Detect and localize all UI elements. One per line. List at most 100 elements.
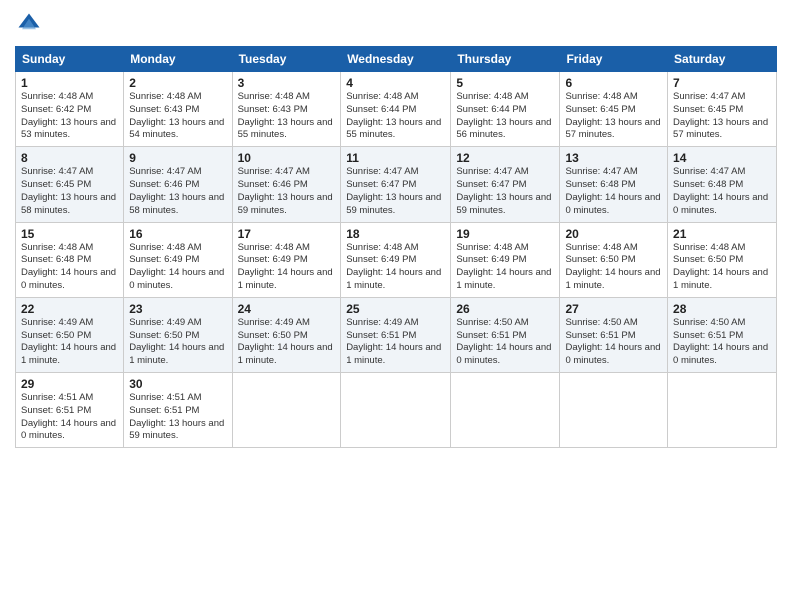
- calendar-day-cell: [668, 373, 777, 448]
- day-info: Sunrise: 4:50 AMSunset: 6:51 PMDaylight:…: [456, 317, 554, 368]
- day-info: Sunrise: 4:48 AMSunset: 6:49 PMDaylight:…: [129, 242, 226, 293]
- day-number: 5: [456, 76, 554, 90]
- day-info: Sunrise: 4:48 AMSunset: 6:50 PMDaylight:…: [565, 242, 662, 293]
- day-info: Sunrise: 4:50 AMSunset: 6:51 PMDaylight:…: [565, 317, 662, 368]
- calendar-day-cell: 29Sunrise: 4:51 AMSunset: 6:51 PMDayligh…: [16, 373, 124, 448]
- calendar-day-cell: 14Sunrise: 4:47 AMSunset: 6:48 PMDayligh…: [668, 147, 777, 222]
- day-info: Sunrise: 4:49 AMSunset: 6:50 PMDaylight:…: [238, 317, 336, 368]
- day-info: Sunrise: 4:47 AMSunset: 6:48 PMDaylight:…: [565, 166, 662, 217]
- calendar-week-row: 1Sunrise: 4:48 AMSunset: 6:42 PMDaylight…: [16, 72, 777, 147]
- calendar-day-cell: 17Sunrise: 4:48 AMSunset: 6:49 PMDayligh…: [232, 222, 341, 297]
- calendar-day-cell: 2Sunrise: 4:48 AMSunset: 6:43 PMDaylight…: [124, 72, 232, 147]
- day-info: Sunrise: 4:50 AMSunset: 6:51 PMDaylight:…: [673, 317, 771, 368]
- day-info: Sunrise: 4:47 AMSunset: 6:47 PMDaylight:…: [456, 166, 554, 217]
- calendar-week-row: 22Sunrise: 4:49 AMSunset: 6:50 PMDayligh…: [16, 297, 777, 372]
- day-info: Sunrise: 4:48 AMSunset: 6:48 PMDaylight:…: [21, 242, 118, 293]
- calendar-day-cell: 12Sunrise: 4:47 AMSunset: 6:47 PMDayligh…: [451, 147, 560, 222]
- day-number: 20: [565, 227, 662, 241]
- day-number: 6: [565, 76, 662, 90]
- calendar-day-cell: 22Sunrise: 4:49 AMSunset: 6:50 PMDayligh…: [16, 297, 124, 372]
- day-info: Sunrise: 4:48 AMSunset: 6:49 PMDaylight:…: [346, 242, 445, 293]
- day-number: 27: [565, 302, 662, 316]
- calendar-day-cell: 19Sunrise: 4:48 AMSunset: 6:49 PMDayligh…: [451, 222, 560, 297]
- day-number: 3: [238, 76, 336, 90]
- weekday-header: Wednesday: [341, 47, 451, 72]
- logo-icon: [15, 10, 43, 38]
- day-info: Sunrise: 4:49 AMSunset: 6:50 PMDaylight:…: [129, 317, 226, 368]
- calendar-table: SundayMondayTuesdayWednesdayThursdayFrid…: [15, 46, 777, 448]
- day-number: 15: [21, 227, 118, 241]
- day-info: Sunrise: 4:51 AMSunset: 6:51 PMDaylight:…: [21, 392, 118, 443]
- day-info: Sunrise: 4:48 AMSunset: 6:50 PMDaylight:…: [673, 242, 771, 293]
- calendar-day-cell: 25Sunrise: 4:49 AMSunset: 6:51 PMDayligh…: [341, 297, 451, 372]
- weekday-header: Monday: [124, 47, 232, 72]
- calendar-day-cell: 21Sunrise: 4:48 AMSunset: 6:50 PMDayligh…: [668, 222, 777, 297]
- day-info: Sunrise: 4:49 AMSunset: 6:50 PMDaylight:…: [21, 317, 118, 368]
- calendar-body: 1Sunrise: 4:48 AMSunset: 6:42 PMDaylight…: [16, 72, 777, 448]
- calendar-day-cell: 30Sunrise: 4:51 AMSunset: 6:51 PMDayligh…: [124, 373, 232, 448]
- day-info: Sunrise: 4:47 AMSunset: 6:45 PMDaylight:…: [673, 91, 771, 142]
- weekday-header: Thursday: [451, 47, 560, 72]
- day-number: 10: [238, 151, 336, 165]
- header: [15, 10, 777, 38]
- calendar-day-cell: 4Sunrise: 4:48 AMSunset: 6:44 PMDaylight…: [341, 72, 451, 147]
- day-info: Sunrise: 4:47 AMSunset: 6:46 PMDaylight:…: [129, 166, 226, 217]
- day-number: 26: [456, 302, 554, 316]
- calendar-day-cell: 18Sunrise: 4:48 AMSunset: 6:49 PMDayligh…: [341, 222, 451, 297]
- calendar-day-cell: 8Sunrise: 4:47 AMSunset: 6:45 PMDaylight…: [16, 147, 124, 222]
- day-info: Sunrise: 4:48 AMSunset: 6:42 PMDaylight:…: [21, 91, 118, 142]
- calendar-day-cell: 20Sunrise: 4:48 AMSunset: 6:50 PMDayligh…: [560, 222, 668, 297]
- calendar-day-cell: 15Sunrise: 4:48 AMSunset: 6:48 PMDayligh…: [16, 222, 124, 297]
- day-info: Sunrise: 4:48 AMSunset: 6:44 PMDaylight:…: [346, 91, 445, 142]
- day-info: Sunrise: 4:51 AMSunset: 6:51 PMDaylight:…: [129, 392, 226, 443]
- calendar-page: SundayMondayTuesdayWednesdayThursdayFrid…: [0, 0, 792, 612]
- day-number: 30: [129, 377, 226, 391]
- day-info: Sunrise: 4:47 AMSunset: 6:47 PMDaylight:…: [346, 166, 445, 217]
- weekday-header: Tuesday: [232, 47, 341, 72]
- weekday-header: Saturday: [668, 47, 777, 72]
- day-number: 21: [673, 227, 771, 241]
- logo: [15, 10, 47, 38]
- day-number: 29: [21, 377, 118, 391]
- calendar-day-cell: 28Sunrise: 4:50 AMSunset: 6:51 PMDayligh…: [668, 297, 777, 372]
- calendar-day-cell: 16Sunrise: 4:48 AMSunset: 6:49 PMDayligh…: [124, 222, 232, 297]
- day-number: 24: [238, 302, 336, 316]
- day-number: 18: [346, 227, 445, 241]
- day-number: 2: [129, 76, 226, 90]
- calendar-day-cell: 13Sunrise: 4:47 AMSunset: 6:48 PMDayligh…: [560, 147, 668, 222]
- calendar-day-cell: 24Sunrise: 4:49 AMSunset: 6:50 PMDayligh…: [232, 297, 341, 372]
- weekday-header: Sunday: [16, 47, 124, 72]
- calendar-week-row: 29Sunrise: 4:51 AMSunset: 6:51 PMDayligh…: [16, 373, 777, 448]
- day-number: 19: [456, 227, 554, 241]
- day-info: Sunrise: 4:48 AMSunset: 6:45 PMDaylight:…: [565, 91, 662, 142]
- day-info: Sunrise: 4:47 AMSunset: 6:46 PMDaylight:…: [238, 166, 336, 217]
- calendar-day-cell: 9Sunrise: 4:47 AMSunset: 6:46 PMDaylight…: [124, 147, 232, 222]
- day-number: 22: [21, 302, 118, 316]
- weekday-header: Friday: [560, 47, 668, 72]
- day-number: 23: [129, 302, 226, 316]
- calendar-day-cell: 6Sunrise: 4:48 AMSunset: 6:45 PMDaylight…: [560, 72, 668, 147]
- day-number: 12: [456, 151, 554, 165]
- calendar-day-cell: 5Sunrise: 4:48 AMSunset: 6:44 PMDaylight…: [451, 72, 560, 147]
- day-info: Sunrise: 4:48 AMSunset: 6:49 PMDaylight:…: [456, 242, 554, 293]
- day-number: 7: [673, 76, 771, 90]
- calendar-header: SundayMondayTuesdayWednesdayThursdayFrid…: [16, 47, 777, 72]
- calendar-week-row: 8Sunrise: 4:47 AMSunset: 6:45 PMDaylight…: [16, 147, 777, 222]
- day-number: 28: [673, 302, 771, 316]
- calendar-day-cell: 3Sunrise: 4:48 AMSunset: 6:43 PMDaylight…: [232, 72, 341, 147]
- day-info: Sunrise: 4:48 AMSunset: 6:49 PMDaylight:…: [238, 242, 336, 293]
- weekday-row: SundayMondayTuesdayWednesdayThursdayFrid…: [16, 47, 777, 72]
- day-info: Sunrise: 4:49 AMSunset: 6:51 PMDaylight:…: [346, 317, 445, 368]
- calendar-day-cell: [232, 373, 341, 448]
- calendar-day-cell: 1Sunrise: 4:48 AMSunset: 6:42 PMDaylight…: [16, 72, 124, 147]
- day-number: 25: [346, 302, 445, 316]
- day-number: 16: [129, 227, 226, 241]
- day-number: 4: [346, 76, 445, 90]
- day-info: Sunrise: 4:48 AMSunset: 6:44 PMDaylight:…: [456, 91, 554, 142]
- calendar-day-cell: 26Sunrise: 4:50 AMSunset: 6:51 PMDayligh…: [451, 297, 560, 372]
- day-number: 14: [673, 151, 771, 165]
- day-number: 11: [346, 151, 445, 165]
- day-info: Sunrise: 4:48 AMSunset: 6:43 PMDaylight:…: [129, 91, 226, 142]
- calendar-day-cell: 27Sunrise: 4:50 AMSunset: 6:51 PMDayligh…: [560, 297, 668, 372]
- day-info: Sunrise: 4:47 AMSunset: 6:45 PMDaylight:…: [21, 166, 118, 217]
